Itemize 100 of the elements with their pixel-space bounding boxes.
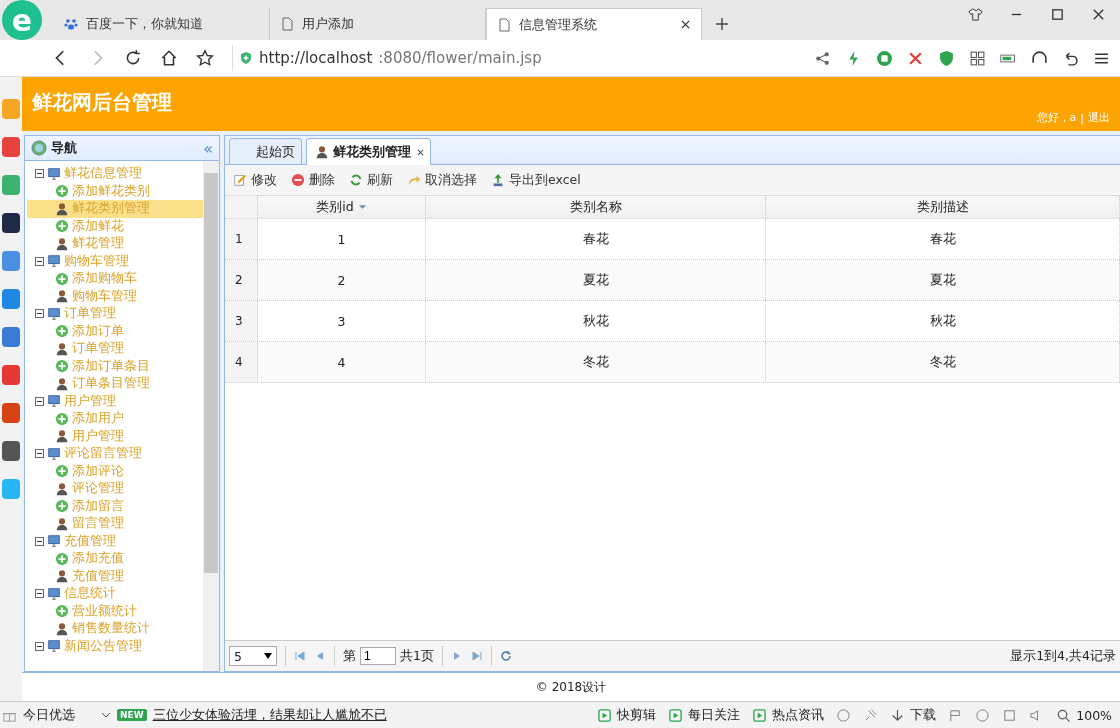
tree-item[interactable]: 留言管理 [35, 515, 203, 533]
shirt-icon[interactable] [968, 6, 983, 22]
row-number: 3 [225, 301, 258, 341]
app-icon[interactable] [2, 441, 20, 461]
tree-item[interactable]: 添加鲜花 [35, 217, 203, 235]
user-icon [315, 145, 329, 159]
status-button[interactable]: 热点资讯 [752, 706, 825, 724]
tree-item[interactable]: 评论管理 [35, 480, 203, 498]
logout-link[interactable]: 退出 [1088, 110, 1110, 125]
collapse-toggle-icon[interactable] [35, 396, 44, 406]
status-label[interactable]: 今日优选 [23, 706, 75, 724]
column-header[interactable]: 类别名称 [426, 196, 766, 218]
tree-item[interactable]: 添加用户 [35, 410, 203, 428]
collapse-toggle-icon[interactable] [35, 589, 44, 599]
tree-group[interactable]: 新闻公告管理 [35, 637, 203, 655]
tree-item[interactable]: 添加鲜花类别 [35, 182, 203, 200]
toolbar-button[interactable]: 刷新 [349, 171, 393, 189]
tree-item[interactable]: 充值管理 [35, 567, 203, 585]
download-button[interactable]: 下载 [890, 706, 937, 724]
close-icon[interactable] [417, 148, 424, 156]
scrollbar[interactable] [203, 161, 219, 671]
window-icon[interactable] [1002, 707, 1018, 723]
plus-icon[interactable] [714, 16, 730, 32]
content-tab[interactable]: 起始页 [229, 138, 302, 164]
tree-item[interactable]: 添加订单条目 [35, 357, 203, 375]
user-icon [55, 429, 69, 444]
collapse-toggle-icon[interactable] [35, 449, 44, 459]
table-cell: 春花 [766, 219, 1120, 259]
home-icon[interactable] [160, 49, 178, 67]
plus-circle-icon [55, 271, 69, 286]
toolbar-button[interactable]: 取消选择 [407, 171, 477, 189]
collapse-toggle-icon[interactable] [35, 169, 44, 179]
user-icon [55, 341, 69, 356]
collapse-button[interactable]: « [203, 138, 213, 158]
tree-item[interactable]: 订单管理 [35, 340, 203, 358]
reload-icon[interactable] [124, 49, 142, 67]
close-icon[interactable] [680, 19, 691, 30]
last-page-icon[interactable] [470, 650, 483, 662]
monitor-icon [47, 394, 61, 409]
table-row[interactable]: 2 2 夏花 夏花 [225, 260, 1120, 301]
refresh-icon[interactable] [499, 650, 512, 662]
page-size-select[interactable]: 5 [229, 646, 277, 666]
tree-item[interactable]: 添加评论 [35, 462, 203, 480]
tree-item[interactable]: 鲜花管理 [35, 235, 203, 253]
app-icon[interactable] [2, 213, 20, 233]
tree-group[interactable]: 充值管理 [35, 532, 203, 550]
collapse-toggle-icon[interactable] [35, 256, 44, 266]
tree-item[interactable]: 用户管理 [35, 427, 203, 445]
grid-icon[interactable] [969, 49, 986, 67]
tree-item[interactable]: 购物车管理 [35, 287, 203, 305]
browser-logo-icon[interactable]: e [2, 0, 42, 40]
tree-item[interactable]: 添加购物车 [35, 270, 203, 288]
maximize-icon[interactable] [1050, 6, 1065, 22]
table-row[interactable]: 4 4 冬花 冬花 [225, 342, 1120, 383]
toolbar-button[interactable]: 删除 [291, 171, 335, 189]
status-button[interactable]: 快剪辑 [597, 706, 657, 724]
monitor-icon [47, 446, 61, 461]
table-cell: 冬花 [766, 342, 1120, 382]
tree-item[interactable]: 订单条目管理 [35, 375, 203, 393]
tree-group[interactable]: 订单管理 [35, 305, 203, 323]
chevron-down-icon[interactable] [101, 710, 111, 720]
page-input[interactable]: 1 [360, 647, 396, 665]
tree-group[interactable]: 用户管理 [35, 392, 203, 410]
tree-group[interactable]: 鲜花信息管理 [35, 165, 203, 183]
user-icon [55, 376, 69, 391]
content-tab[interactable]: 鲜花类别管理 [306, 138, 431, 165]
tree-item[interactable]: 鲜花类别管理 [27, 200, 203, 218]
minus-circle-icon [291, 173, 305, 187]
first-page-icon[interactable] [294, 650, 306, 662]
search-icon [1056, 707, 1072, 723]
user-icon [55, 516, 69, 531]
tree-item[interactable]: 添加留言 [35, 497, 203, 515]
monitor-icon [47, 534, 61, 549]
dropdown-arrow-icon [264, 653, 272, 659]
zoom-button[interactable]: 100% [1056, 707, 1112, 723]
share-icon[interactable] [814, 49, 831, 67]
news-link[interactable]: 三位少女体验活埋，结果却让人尴尬不已 [152, 706, 387, 724]
site-title: 鲜花网后台管理 [32, 88, 172, 116]
browser-tab[interactable]: 信息管理系统 [486, 8, 702, 40]
tree-item[interactable]: 销售数量统计 [35, 620, 203, 638]
star-icon[interactable] [196, 49, 214, 67]
tree-group[interactable]: 购物车管理 [35, 252, 203, 270]
tree-item[interactable]: 添加订单 [35, 322, 203, 340]
tree-group[interactable]: 信息统计 [35, 585, 203, 603]
collapse-toggle-icon[interactable] [35, 641, 44, 651]
status-button[interactable]: 每日关注 [668, 706, 741, 724]
column-header[interactable]: 类别id [258, 196, 426, 218]
address-field[interactable]: http://localhost :8080/flower/main.jsp [232, 45, 715, 71]
column-header[interactable]: 类别描述 [766, 196, 1120, 218]
tree-item[interactable]: 添加充值 [35, 550, 203, 568]
plus-circle-icon [55, 411, 69, 426]
tree-item[interactable]: 营业额统计 [35, 602, 203, 620]
browser-tab[interactable]: 百度一下，你就知道 [54, 8, 270, 40]
toolbar-button[interactable]: 修改 [233, 171, 277, 189]
page-icon [497, 17, 511, 32]
toolbar-button[interactable]: 导出到excel [491, 171, 581, 189]
monitor-icon [47, 306, 61, 321]
collapse-toggle-icon[interactable] [35, 309, 44, 319]
tree-group[interactable]: 评论留言管理 [35, 445, 203, 463]
collapse-toggle-icon[interactable] [35, 536, 44, 546]
